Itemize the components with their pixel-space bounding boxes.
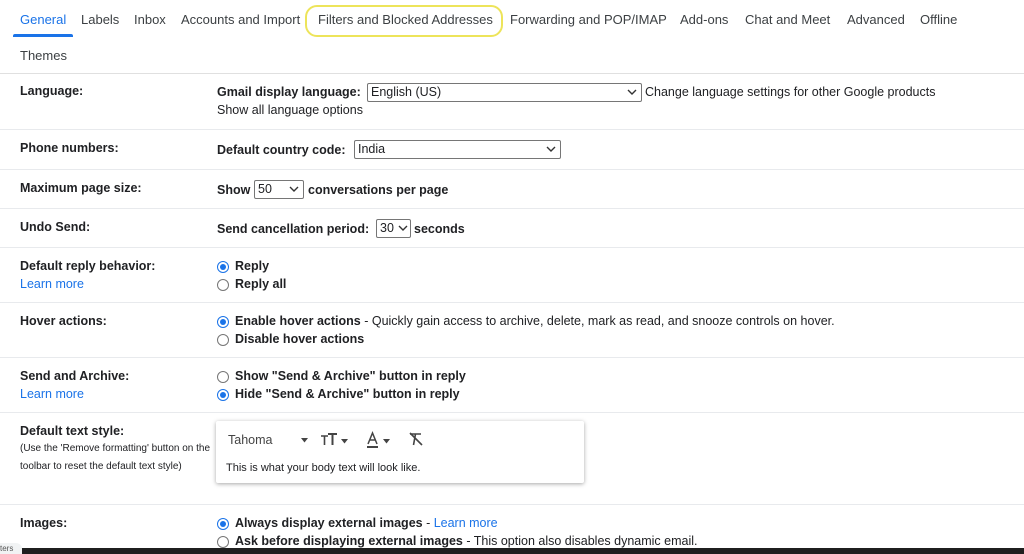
chevron-down-icon [627,89,637,95]
language-row: Language: Gmail display language: Englis… [0,74,1024,130]
ask-before-images-radio[interactable] [217,536,229,548]
show-send-archive-radio[interactable] [217,371,229,383]
send-archive-learn-more-link[interactable]: Learn more [20,387,84,401]
tab-add-ons[interactable]: Add-ons [680,12,728,27]
cancellation-period-select[interactable]: 30 [376,219,411,238]
always-display-images-radio[interactable] [217,518,229,530]
tab-themes[interactable]: Themes [20,48,67,63]
display-language-value: English (US) [371,85,442,99]
always-display-images-label: Always display external images [235,516,423,530]
page-size-value: 50 [258,182,272,196]
page-size-label: Maximum page size: [20,181,142,195]
page-size-row: Maximum page size: Show 50 conversations… [0,170,1024,209]
text-color-button[interactable] [366,431,396,451]
tab-chat-and-meet[interactable]: Chat and Meet [745,12,830,27]
change-language-link[interactable]: Change language settings for other Googl… [645,85,935,99]
font-size-select[interactable] [320,431,354,449]
page-size-suffix: conversations per page [308,183,449,197]
display-language-select[interactable]: English (US) [367,83,642,102]
ask-before-images-detail: - This option also disables dynamic emai… [462,534,698,548]
reply-radio[interactable] [217,261,229,273]
text-style-preview: This is what your body text will look li… [226,462,421,474]
tab-accounts-and-import[interactable]: Accounts and Import [181,12,300,27]
reply-all-radio[interactable] [217,279,229,291]
caret-down-icon [301,438,308,443]
images-row: Images: Always display external images -… [0,505,1024,554]
always-display-images-option[interactable]: Always display external images - Learn m… [235,516,498,530]
cancellation-period-label: Send cancellation period: [217,222,370,236]
reply-behavior-label: Default reply behavior: [20,259,156,273]
language-label: Language: [20,84,84,98]
text-style-hint: (Use the 'Remove formatting' button on t… [20,443,211,472]
country-code-label: Default country code: [217,143,346,157]
cancellation-period-value: 30 [380,221,394,235]
images-learn-more-link[interactable]: Learn more [434,516,498,530]
font-family-value: Tahoma [228,433,273,447]
show-send-archive-label[interactable]: Show "Send & Archive" button in reply [235,369,466,383]
hover-actions-row: Hover actions: Enable hover actions - Qu… [0,303,1024,358]
tab-filters-and-blocked-addresses[interactable]: Filters and Blocked Addresses [318,12,493,27]
tab-inbox[interactable]: Inbox [134,12,166,27]
text-color-icon [367,431,390,448]
country-code-value: India [358,142,386,156]
undo-send-label: Undo Send: [20,220,91,234]
always-display-images-separator: - [422,516,434,530]
tab-forwarding-pop-imap[interactable]: Forwarding and POP/IMAP [510,12,667,27]
enable-hover-radio[interactable] [217,316,229,328]
undo-send-row: Undo Send: Send cancellation period: 30 … [0,209,1024,248]
tab-general[interactable]: General [20,12,66,27]
hover-actions-label: Hover actions: [20,314,107,328]
reply-behavior-row: Default reply behavior: Learn more Reply… [0,248,1024,303]
tab-offline[interactable]: Offline [920,12,957,27]
disable-hover-label[interactable]: Disable hover actions [235,332,364,346]
remove-formatting-icon [409,432,423,446]
text-style-label: Default text style: [20,424,125,438]
send-archive-label: Send and Archive: [20,369,130,383]
chevron-down-icon [398,225,408,231]
disable-hover-radio[interactable] [217,334,229,346]
tab-advanced[interactable]: Advanced [847,12,905,27]
chevron-down-icon [289,186,299,192]
reply-all-option-label[interactable]: Reply all [235,277,286,291]
text-style-editor: Tahoma This is what your body text will … [216,421,584,483]
page-size-prefix: Show [217,183,251,197]
hide-send-archive-radio[interactable] [217,389,229,401]
page-size-select[interactable]: 50 [254,180,304,199]
ask-before-images-label: Ask before displaying external images [235,534,463,548]
chevron-down-icon [546,146,556,152]
country-code-select[interactable]: India [354,140,561,159]
reply-option-label[interactable]: Reply [235,259,269,273]
enable-hover-option[interactable]: Enable hover actions - Quickly gain acce… [235,314,835,328]
enable-hover-label: Enable hover actions [235,314,361,328]
display-language-label: Gmail display language: [217,85,361,99]
send-archive-row: Send and Archive: Learn more Show "Send … [0,358,1024,413]
cancellation-period-suffix: seconds [414,222,465,236]
text-size-icon [321,433,348,445]
tab-labels[interactable]: Labels [81,12,119,27]
reply-behavior-learn-more-link[interactable]: Learn more [20,277,84,291]
font-family-select[interactable]: Tahoma [228,433,308,447]
remove-formatting-button[interactable] [408,431,424,447]
active-tab-indicator [13,34,73,37]
bottom-taskbar [0,548,1024,554]
hide-send-archive-label[interactable]: Hide "Send & Archive" button in reply [235,387,460,401]
show-all-languages-link[interactable]: Show all language options [217,103,363,117]
images-label: Images: [20,516,68,530]
enable-hover-detail: - Quickly gain access to archive, delete… [360,314,835,328]
phone-numbers-row: Phone numbers: Default country code: Ind… [0,130,1024,170]
corner-tag: ters [0,543,22,554]
settings-tabs: General Labels Inbox Accounts and Import… [0,0,1024,74]
phone-numbers-label: Phone numbers: [20,141,119,155]
ask-before-images-option[interactable]: Ask before displaying external images - … [235,534,697,548]
